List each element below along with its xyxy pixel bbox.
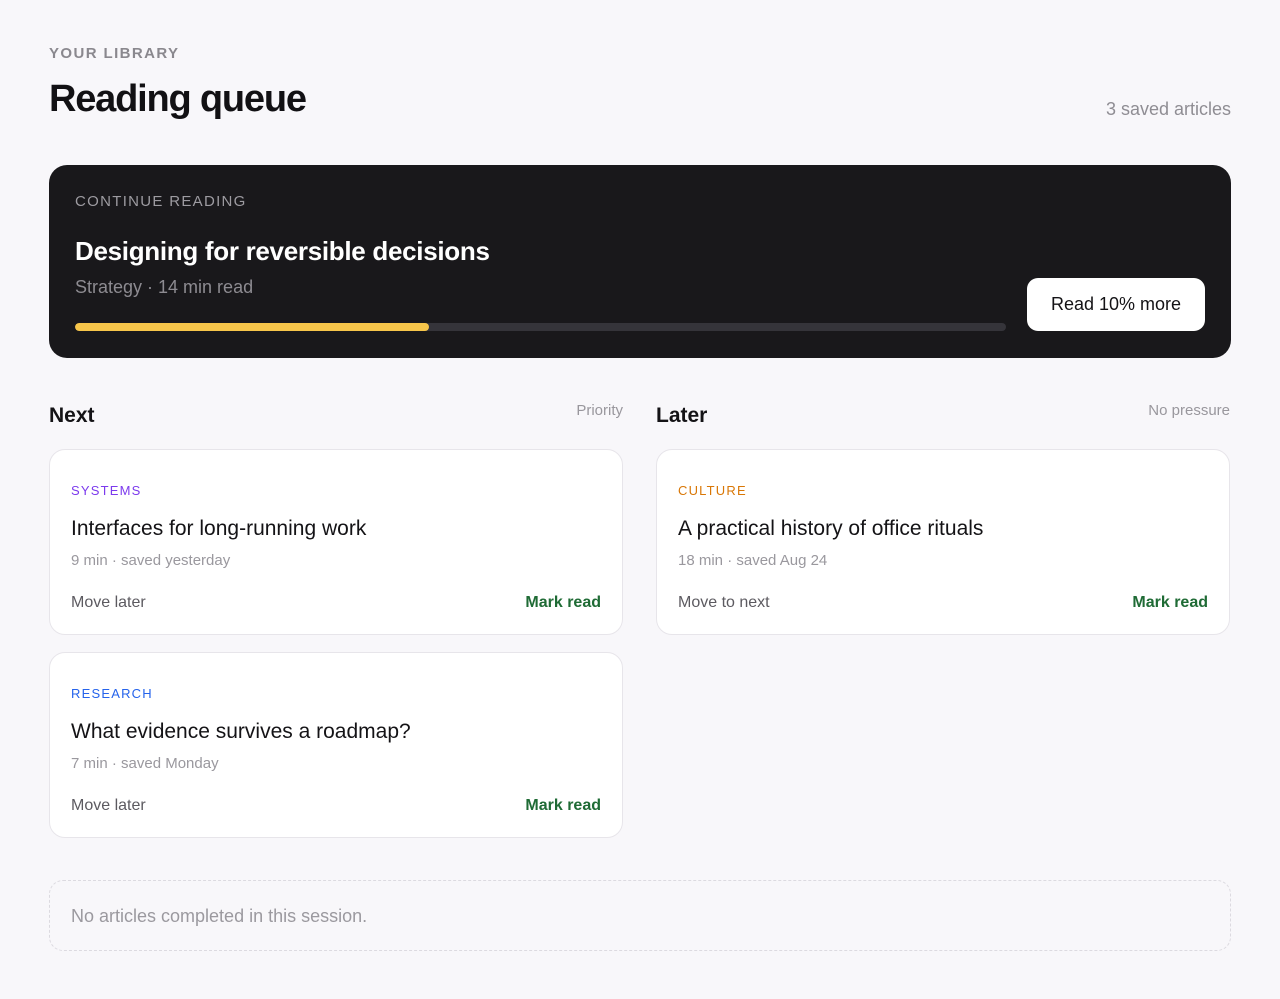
article-card: RESEARCH What evidence survives a roadma… bbox=[49, 652, 623, 838]
later-column-header: Later No pressure bbox=[656, 402, 1230, 449]
continue-reading-card: CONTINUE READING Designing for reversibl… bbox=[49, 165, 1231, 358]
article-title: Interfaces for long-running work bbox=[71, 517, 367, 540]
reading-progress-bar bbox=[75, 323, 1006, 331]
saved-articles-count: 3 saved articles bbox=[1105, 99, 1231, 119]
current-article-title: Designing for reversible decisions bbox=[75, 236, 490, 266]
move-to-next-button[interactable]: Move to next bbox=[678, 594, 770, 612]
move-later-button[interactable]: Move later bbox=[71, 797, 146, 815]
mark-read-button[interactable]: Mark read bbox=[525, 797, 601, 815]
later-column-title: Later bbox=[656, 404, 708, 427]
current-article-meta: Strategy · 14 min read bbox=[75, 277, 254, 297]
library-eyebrow: YOUR LIBRARY bbox=[49, 45, 180, 62]
article-tag: RESEARCH bbox=[71, 686, 153, 701]
article-meta: 9 min · saved yesterday bbox=[71, 552, 231, 569]
later-column-note: No pressure bbox=[1148, 402, 1230, 419]
completed-empty-state: No articles completed in this session. bbox=[49, 880, 1231, 951]
later-column: Later No pressure CULTURE A practical hi… bbox=[656, 402, 1230, 855]
reading-queue-page: YOUR LIBRARY Reading queue 3 saved artic… bbox=[0, 0, 1280, 999]
article-card: CULTURE A practical history of office ri… bbox=[656, 449, 1230, 635]
next-column-header: Next Priority bbox=[49, 402, 623, 449]
empty-state-text: No articles completed in this session. bbox=[71, 906, 368, 926]
mark-read-button[interactable]: Mark read bbox=[525, 594, 601, 612]
continue-reading-label: CONTINUE READING bbox=[75, 193, 247, 210]
move-later-button[interactable]: Move later bbox=[71, 594, 146, 612]
page-header: YOUR LIBRARY Reading queue 3 saved artic… bbox=[49, 0, 1231, 165]
article-card: SYSTEMS Interfaces for long-running work… bbox=[49, 449, 623, 635]
article-tag: CULTURE bbox=[678, 483, 747, 498]
queue-columns: Next Priority SYSTEMS Interfaces for lon… bbox=[49, 402, 1231, 855]
article-title: A practical history of office rituals bbox=[678, 517, 984, 540]
reading-progress-fill bbox=[75, 323, 429, 331]
article-tag: SYSTEMS bbox=[71, 483, 142, 498]
next-column-note: Priority bbox=[576, 402, 623, 419]
mark-read-button[interactable]: Mark read bbox=[1132, 594, 1208, 612]
next-column: Next Priority SYSTEMS Interfaces for lon… bbox=[49, 402, 623, 855]
read-more-button[interactable]: Read 10% more bbox=[1027, 278, 1205, 331]
article-meta: 7 min · saved Monday bbox=[71, 755, 219, 772]
article-meta: 18 min · saved Aug 24 bbox=[678, 552, 828, 569]
page-title: Reading queue bbox=[49, 78, 307, 120]
next-column-title: Next bbox=[49, 404, 95, 427]
article-title: What evidence survives a roadmap? bbox=[71, 720, 411, 743]
